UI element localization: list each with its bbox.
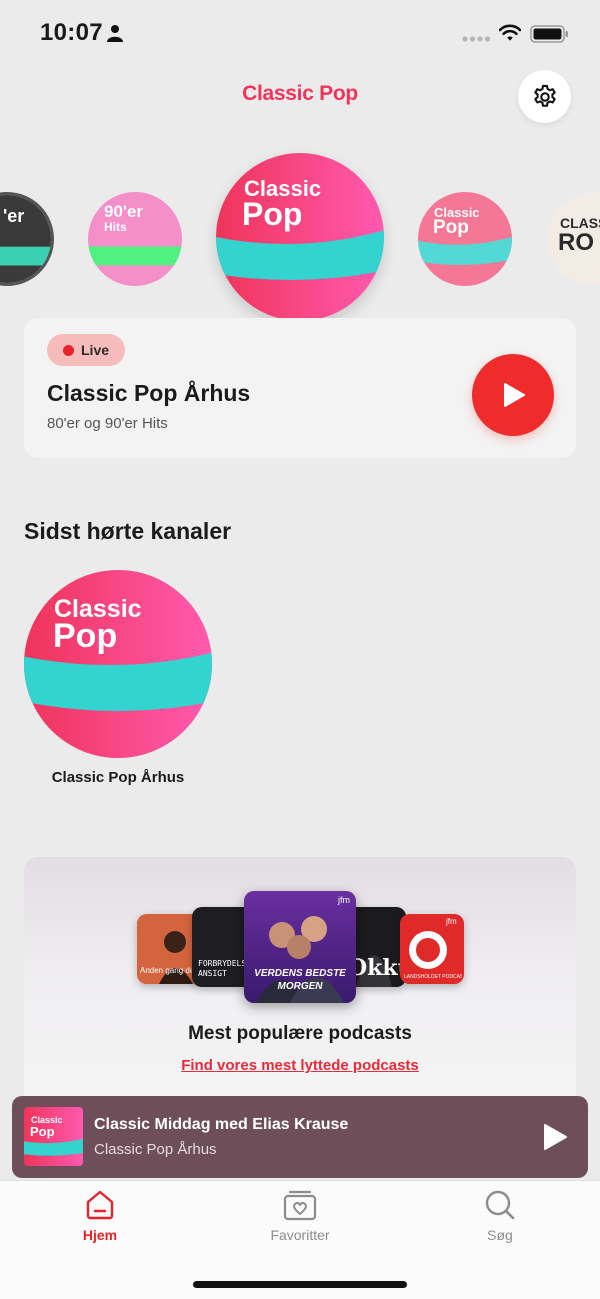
- station-ball-0[interactable]: 'er: [0, 192, 54, 286]
- signal-dots-icon: [462, 36, 490, 42]
- mini-player-title: Classic Middag med Elias Krause: [94, 1116, 349, 1133]
- podcasts-title: Mest populære podcasts: [188, 1023, 412, 1044]
- station-logo-text: 'er: [3, 206, 25, 226]
- station-ball-4[interactable]: CLASS RO: [548, 192, 600, 286]
- podcast-cover-5[interactable]: jfm LANDSHOLDET PODCAST: [400, 914, 464, 984]
- station-ball-3[interactable]: Classic Pop: [418, 192, 512, 286]
- podcasts-link[interactable]: Find vores mest lyttede podcasts: [24, 1057, 576, 1074]
- home-icon: [86, 1190, 114, 1220]
- station-logo-text: Pop: [242, 196, 303, 232]
- podcast-cover-text: Okkult: [348, 955, 406, 981]
- station-logo-text: Pop: [53, 617, 118, 655]
- tab-favorites[interactable]: Favoritter: [240, 1189, 360, 1259]
- podcast-cover-text: VERDENS BEDSTE MORGEN: [254, 968, 346, 992]
- podcast-cover-featured[interactable]: jfm VERDENS BEDSTE MORGEN: [244, 891, 356, 1003]
- station-ball-1[interactable]: 90'er Hits: [88, 192, 182, 286]
- station-subtitle: 80'er og 90'er Hits: [47, 415, 168, 432]
- station-logo-text: 90'er: [104, 202, 144, 221]
- settings-button[interactable]: [518, 70, 571, 123]
- tab-favorites-label: Favoritter: [270, 1227, 330, 1243]
- recent-section-title: Sidst hørte kanaler: [24, 518, 232, 544]
- station-logo-text: RO: [558, 229, 594, 256]
- live-badge: Live: [47, 334, 126, 366]
- person-icon: [107, 25, 123, 42]
- status-time: 10:07: [40, 19, 103, 46]
- tab-home-label: Hjem: [82, 1227, 118, 1243]
- recent-channel-ball: Classic Pop: [24, 570, 212, 758]
- podcast-cover-brand: jfm: [446, 917, 457, 926]
- live-dot-icon: [63, 344, 74, 356]
- podcasts-card[interactable]: Anden gang du... FORBRYDELSENS ANSIGT Ok…: [24, 857, 576, 1107]
- play-icon: [504, 383, 525, 407]
- podcast-cover-text: LANDSHOLDET PODCAST: [404, 974, 462, 980]
- mini-player-cover: Classic Pop: [24, 1107, 83, 1166]
- station-logo-text: Pop: [433, 217, 469, 238]
- battery-icon: [530, 25, 568, 43]
- tab-home[interactable]: Hjem: [40, 1189, 160, 1259]
- tab-search-label: Søg: [487, 1227, 513, 1243]
- tab-search[interactable]: Søg: [440, 1189, 560, 1259]
- tab-bar: Hjem Favoritter Søg: [0, 1180, 600, 1299]
- station-carousel[interactable]: 'er 90'er Hits Classic Pop Classic Pop C: [0, 140, 600, 340]
- play-button[interactable]: [472, 354, 554, 436]
- station-ball-selected[interactable]: Classic Pop: [216, 153, 384, 321]
- status-bar: 10:07: [0, 0, 600, 66]
- app-title: Classic Pop: [242, 82, 358, 105]
- heart-box-icon: [283, 1190, 317, 1221]
- station-name: Classic Pop Århus: [47, 380, 251, 406]
- search-icon: [485, 1190, 515, 1220]
- live-badge-label: Live: [81, 342, 110, 358]
- podcast-cover-brand: jfm: [338, 895, 350, 905]
- mini-player-play-button[interactable]: [538, 1120, 572, 1154]
- gear-icon: [533, 84, 556, 107]
- play-icon: [544, 1124, 567, 1150]
- mini-player[interactable]: Classic Pop Classic Middag med Elias Kra…: [12, 1096, 588, 1178]
- station-logo-text: CLASS: [560, 215, 600, 231]
- mini-player-subtitle: Classic Pop Århus: [94, 1141, 217, 1158]
- home-indicator: [193, 1281, 407, 1288]
- station-logo-text: Hits: [104, 220, 127, 234]
- recent-channel-item[interactable]: Classic Pop Classic Pop Århus: [24, 570, 212, 800]
- now-playing-card[interactable]: Live Classic Pop Århus 80'er og 90'er Hi…: [24, 318, 576, 458]
- recent-channel-label: Classic Pop Århus: [51, 769, 185, 786]
- mini-player-logo-text: Pop: [30, 1124, 55, 1139]
- wifi-icon: [499, 24, 521, 41]
